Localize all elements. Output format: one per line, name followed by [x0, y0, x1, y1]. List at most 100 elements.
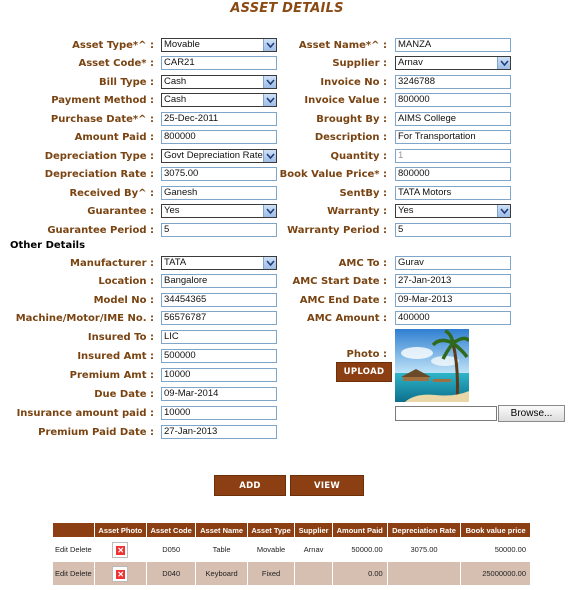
other-details-heading: Other Details [10, 240, 86, 251]
amc-start-date-input[interactable]: 27-Jan-2013 [395, 274, 511, 288]
book-value-price-label: Book Value Price* : [279, 169, 387, 180]
edit-delete-links[interactable]: Edit Delete [52, 561, 95, 586]
amc-amount-input[interactable]: 400000 [395, 311, 511, 325]
supplier-select[interactable]: Arnav [395, 56, 511, 70]
payment-method-label: Payment Method : [51, 95, 154, 106]
view-button[interactable]: VIEW [290, 475, 364, 496]
payment-method-select[interactable]: Cash [161, 93, 277, 107]
upload-button[interactable]: UPLOAD [336, 362, 392, 382]
supplier-cell: Arnav [294, 537, 333, 562]
payment-method-value: Cash [164, 94, 187, 105]
insured-amt-input[interactable]: 500000 [161, 349, 277, 363]
asset-name-input[interactable]: MANZA [395, 38, 511, 52]
guarantee-select[interactable]: Yes [161, 204, 277, 218]
brought-by-input[interactable]: AIMS College [395, 112, 511, 126]
photo-file-input[interactable] [395, 406, 497, 421]
warranty-select[interactable]: Yes [395, 204, 511, 218]
book-value-price-input[interactable]: 800000 [395, 167, 511, 181]
amc-to-input[interactable]: Gurav [395, 256, 511, 270]
bill-type-label: Bill Type : [99, 77, 154, 88]
location-input[interactable]: Bangalore [161, 274, 277, 288]
machine-no-input[interactable]: 56576787 [161, 311, 277, 325]
sent-by-input[interactable]: TATA Motors [395, 186, 511, 200]
premium-amt-input[interactable]: 10000 [161, 368, 277, 382]
manufacturer-select[interactable]: TATA [161, 256, 277, 270]
purchase-date-input[interactable]: 25-Dec-2011 [161, 112, 277, 126]
guarantee-value: Yes [164, 205, 180, 216]
supplier-value: Arnav [398, 57, 423, 68]
invoice-value-input[interactable]: 800000 [395, 93, 511, 107]
chevron-down-icon [263, 150, 276, 162]
chevron-down-icon [497, 57, 510, 69]
depreciation-type-select[interactable]: Govt Depreciation Rate [161, 149, 277, 163]
add-button[interactable]: ADD [214, 475, 286, 496]
insured-amt-label: Insured Amt : [77, 351, 154, 362]
invoice-value-label: Invoice Value : [304, 95, 387, 106]
amount-paid-cell: 0.00 [331, 561, 388, 586]
amc-to-label: AMC To : [338, 258, 387, 269]
guarantee-period-input[interactable]: 5 [161, 223, 277, 237]
asset-type-value: Movable [164, 39, 200, 50]
location-label: Location : [98, 276, 154, 287]
chevron-down-icon [497, 205, 510, 217]
quantity-input: 1 [395, 149, 511, 163]
description-input[interactable]: For Transportation [395, 130, 511, 144]
amount-paid-input[interactable]: 800000 [161, 130, 277, 144]
manufacturer-label: Manufacturer : [70, 258, 154, 269]
table-header-row: Asset Photo Asset Code Asset Name Asset … [52, 522, 531, 538]
column-header: Asset Photo [93, 522, 147, 538]
received-by-label: Received By^ : [69, 188, 154, 199]
book-value-cell: 25000000.00 [460, 561, 531, 586]
invoice-no-input[interactable]: 3246788 [395, 75, 511, 89]
depreciation-rate-input[interactable]: 3075.00 [161, 167, 277, 181]
guarantee-label: Guarantee : [87, 206, 154, 217]
column-header: Asset Code [145, 522, 197, 538]
depreciation-rate-cell [386, 561, 462, 586]
amc-start-date-label: AMC Start Date : [292, 276, 387, 287]
asset-code-input[interactable]: CAR21 [161, 56, 277, 70]
asset-type-select[interactable]: Movable [161, 38, 277, 52]
due-date-label: Due Date : [94, 389, 154, 400]
chevron-down-icon [263, 39, 276, 51]
asset-name-label: Asset Name*^ : [298, 40, 387, 51]
table-row: Edit Delete ✕ D040 Keyboard Fixed 0.00 2… [52, 561, 531, 586]
insured-to-input[interactable]: LIC [161, 330, 277, 344]
bill-type-select[interactable]: Cash [161, 75, 277, 89]
chevron-down-icon [263, 94, 276, 106]
asset-photo-image [395, 329, 469, 402]
chevron-down-icon [263, 257, 276, 269]
edit-delete-links[interactable]: Edit Delete [52, 537, 95, 562]
received-by-input[interactable]: Ganesh [161, 186, 277, 200]
asset-type-cell: Fixed [246, 561, 296, 586]
insured-to-label: Insured To : [87, 332, 154, 343]
column-header [52, 522, 95, 538]
amount-paid-label: Amount Paid : [74, 132, 154, 143]
column-header: Amount Paid [331, 522, 388, 538]
table-row: Edit Delete ✕ D050 Table Movable Arnav 5… [52, 537, 531, 562]
amount-paid-cell: 50000.00 [331, 537, 388, 562]
model-no-input[interactable]: 34454365 [161, 293, 277, 307]
warranty-value: Yes [398, 205, 414, 216]
insurance-amount-paid-label: Insurance amount paid : [16, 408, 154, 419]
depreciation-type-label: Depreciation Type : [44, 151, 154, 162]
broken-image-icon: ✕ [112, 541, 129, 558]
column-header: Supplier [294, 522, 333, 538]
due-date-input[interactable]: 09-Mar-2014 [161, 387, 277, 401]
quantity-label: Quantity : [330, 151, 387, 162]
premium-amt-label: Premium Amt : [69, 370, 154, 381]
asset-type-label: Asset Type*^ : [72, 40, 154, 51]
amc-end-date-label: AMC End Date : [299, 295, 387, 306]
premium-paid-date-label: Premium Paid Date : [38, 427, 154, 438]
amc-end-date-input[interactable]: 09-Mar-2013 [395, 293, 511, 307]
browse-button[interactable]: Browse... [498, 405, 565, 422]
insurance-amount-paid-input[interactable]: 10000 [161, 406, 277, 420]
warranty-period-input[interactable]: 5 [395, 223, 511, 237]
premium-paid-date-input[interactable]: 27-Jan-2013 [161, 425, 277, 439]
column-header: Book value price [460, 522, 531, 538]
column-header: Asset Type [246, 522, 296, 538]
asset-photo-cell: ✕ [93, 561, 147, 586]
assets-table: Asset Photo Asset Code Asset Name Asset … [52, 522, 531, 586]
sent-by-label: SentBy : [339, 188, 387, 199]
chevron-down-icon [263, 76, 276, 88]
machine-no-label: Machine/Motor/IME No. : [15, 313, 154, 324]
